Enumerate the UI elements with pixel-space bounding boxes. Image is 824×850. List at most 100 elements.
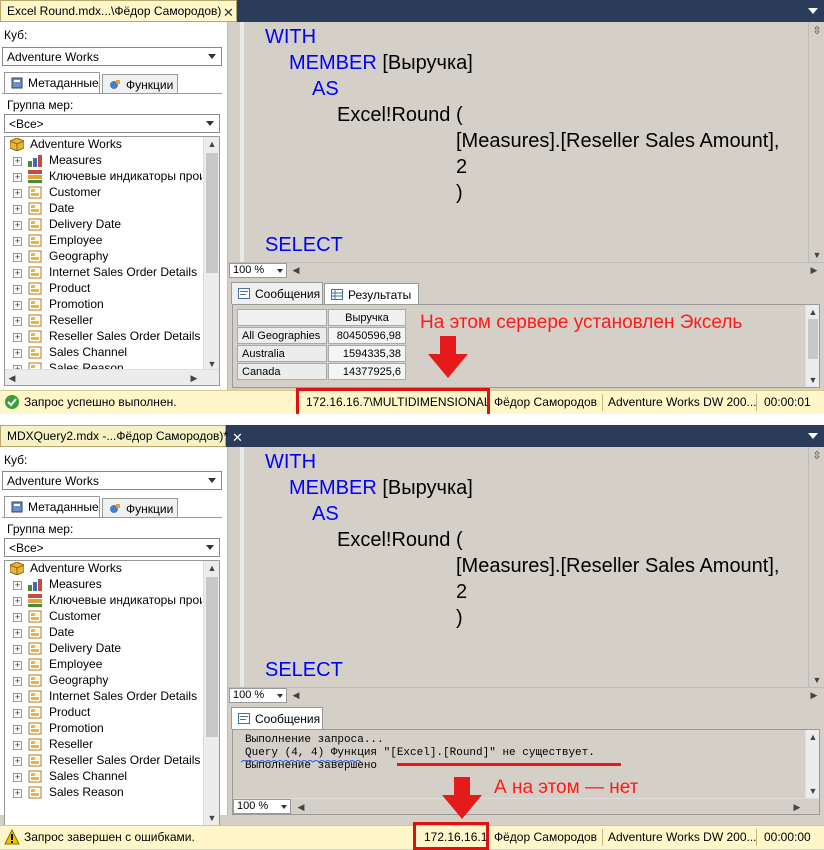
expand-icon[interactable]: +	[13, 709, 22, 718]
expand-icon[interactable]: +	[13, 645, 22, 654]
tab-messages[interactable]: Сообщения	[231, 282, 323, 304]
tree-item[interactable]: + Sales Reason	[5, 785, 202, 801]
tab-functions[interactable]: Функции	[102, 74, 178, 94]
expand-icon[interactable]: +	[13, 661, 22, 670]
tree-root[interactable]: Adventure Works	[5, 137, 202, 153]
expand-icon[interactable]: +	[13, 773, 22, 782]
scroll-right-icon[interactable]: ▶	[187, 371, 201, 385]
tree-item[interactable]: + Product	[5, 705, 202, 721]
cube-select[interactable]: Adventure Works	[2, 47, 222, 66]
tree-item[interactable]: + Delivery Date	[5, 217, 202, 233]
measure-group-select[interactable]: <Все>	[4, 538, 220, 557]
tree-item[interactable]: + Reseller Sales Order Details	[5, 329, 202, 345]
tree-item[interactable]: + Reseller Sales Order Details	[5, 753, 202, 769]
zoom-select[interactable]: 100 %	[229, 263, 287, 278]
grid-cell[interactable]: 1594335,38	[328, 345, 406, 362]
scroll-down-icon[interactable]: ▼	[204, 811, 219, 825]
split-icon[interactable]: ⇳	[809, 24, 824, 38]
tab-functions[interactable]: Функции	[102, 498, 178, 518]
tree-item[interactable]: + Internet Sales Order Details	[5, 265, 202, 281]
scroll-left-icon[interactable]: ◀	[5, 371, 19, 385]
expand-icon[interactable]: +	[13, 757, 22, 766]
scroll-down-icon[interactable]: ▼	[809, 248, 824, 262]
row-header[interactable]: Australia	[237, 345, 327, 362]
tree-item[interactable]: + Reseller	[5, 313, 202, 329]
tab-messages[interactable]: Сообщения	[231, 707, 323, 729]
messages-vertical-scrollbar[interactable]: ▲ ▼	[805, 730, 819, 798]
metadata-tree[interactable]: Adventure Works + Measures + Ключевые индика…	[4, 136, 220, 386]
expand-icon[interactable]: +	[13, 613, 22, 622]
tree-item[interactable]: + Measures	[5, 153, 202, 169]
scroll-thumb[interactable]	[206, 153, 218, 273]
scroll-left-icon[interactable]: ◀	[293, 800, 309, 814]
expand-icon[interactable]: +	[13, 269, 22, 278]
measure-group-select[interactable]: <Все>	[4, 114, 220, 133]
grid-cell[interactable]: 80450596,98	[328, 327, 406, 344]
scroll-down-icon[interactable]: ▼	[806, 784, 819, 798]
tree-item[interactable]: + Reseller	[5, 737, 202, 753]
tree-item[interactable]: + Ключевые индикаторы производ	[5, 169, 202, 185]
query-editor[interactable]: WITH MEMBER [Выручка] AS Excel!Round ( […	[244, 447, 808, 687]
scroll-left-icon[interactable]: ◀	[288, 688, 304, 702]
scroll-up-icon[interactable]: ▲	[806, 730, 819, 744]
expand-icon[interactable]: +	[13, 157, 22, 166]
close-icon[interactable]: ✕	[232, 430, 243, 446]
expand-icon[interactable]: +	[13, 205, 22, 214]
document-tab[interactable]: Excel Round.mdx...\Фёдор Самородов) ✕	[0, 0, 237, 22]
expand-icon[interactable]: +	[13, 285, 22, 294]
tree-item[interactable]: + Customer	[5, 185, 202, 201]
tree-item[interactable]: + Date	[5, 201, 202, 217]
scroll-left-icon[interactable]: ◀	[288, 263, 304, 277]
scroll-up-icon[interactable]: ▲	[806, 305, 819, 319]
tree-horizontal-scrollbar[interactable]: ◀ ▶	[5, 369, 219, 385]
tree-item[interactable]: + Product	[5, 281, 202, 297]
expand-icon[interactable]: +	[13, 629, 22, 638]
editor-vertical-scrollbar[interactable]: ⇳ ▼	[808, 22, 824, 262]
metadata-tree[interactable]: Adventure Works + Measures + Ключевые индика…	[4, 560, 220, 826]
expand-icon[interactable]: +	[13, 677, 22, 686]
tree-item[interactable]: + Sales Channel	[5, 769, 202, 785]
expand-icon[interactable]: +	[13, 221, 22, 230]
tree-item[interactable]: + Measures	[5, 577, 202, 593]
tree-item[interactable]: + Promotion	[5, 721, 202, 737]
editor-vertical-scrollbar[interactable]: ⇳ ▼	[808, 447, 824, 687]
chevron-down-icon[interactable]	[808, 8, 818, 14]
query-editor[interactable]: WITH MEMBER [Выручка] AS Excel!Round ( […	[244, 22, 808, 262]
expand-icon[interactable]: +	[13, 725, 22, 734]
expand-icon[interactable]: +	[13, 317, 22, 326]
scroll-right-icon[interactable]: ▶	[806, 688, 822, 702]
row-header[interactable]: All Geographies	[237, 327, 327, 344]
expand-icon[interactable]: +	[13, 173, 22, 182]
expand-icon[interactable]: +	[13, 189, 22, 198]
scroll-down-icon[interactable]: ▼	[809, 673, 824, 687]
tree-vertical-scrollbar[interactable]: ▲ ▼	[203, 561, 219, 825]
messages-area[interactable]: Выполнение запроса... Query (4, 4) Функц…	[232, 729, 820, 815]
expand-icon[interactable]: +	[13, 237, 22, 246]
tree-root[interactable]: Adventure Works	[5, 561, 202, 577]
row-header[interactable]: Canada	[237, 363, 327, 380]
expand-icon[interactable]: +	[13, 333, 22, 342]
scroll-up-icon[interactable]: ▲	[204, 561, 219, 575]
tree-item[interactable]: + Ключевые индикаторы производ	[5, 593, 202, 609]
scroll-right-icon[interactable]: ▶	[806, 263, 822, 277]
messages-horizontal-scrollbar[interactable]: 100 % ◀ ▶	[233, 798, 819, 814]
scroll-thumb[interactable]	[808, 319, 818, 359]
expand-icon[interactable]: +	[13, 253, 22, 262]
tree-item[interactable]: + Geography	[5, 249, 202, 265]
expand-icon[interactable]: +	[13, 741, 22, 750]
column-header[interactable]: Выручка	[328, 309, 406, 326]
document-tab[interactable]: MDXQuery2.mdx -...Фёдор Самородов)* ✕	[0, 425, 243, 447]
tree-item[interactable]: + Geography	[5, 673, 202, 689]
scroll-down-icon[interactable]: ▼	[806, 373, 819, 387]
expand-icon[interactable]: +	[13, 349, 22, 358]
expand-icon[interactable]: +	[13, 581, 22, 590]
close-icon[interactable]: ✕	[223, 5, 234, 21]
grid-cell[interactable]: 14377925,6	[328, 363, 406, 380]
expand-icon[interactable]: +	[13, 693, 22, 702]
tree-item[interactable]: + Date	[5, 625, 202, 641]
editor-horizontal-scrollbar[interactable]: 100 % ◀ ▶	[228, 687, 824, 703]
tree-item[interactable]: + Sales Channel	[5, 345, 202, 361]
tree-item[interactable]: + Promotion	[5, 297, 202, 313]
tab-metadata[interactable]: Метаданные	[4, 496, 100, 518]
expand-icon[interactable]: +	[13, 597, 22, 606]
